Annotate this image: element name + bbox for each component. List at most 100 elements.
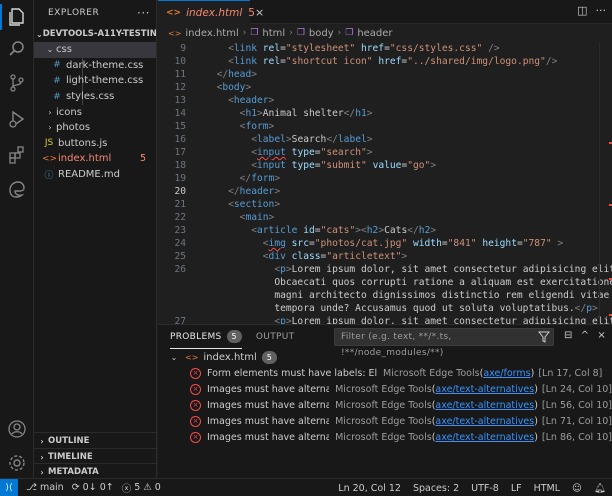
breadcrumb-item[interactable]: index.html xyxy=(185,28,238,39)
copilot-icon[interactable]: ☺ xyxy=(572,483,582,494)
close-icon[interactable]: × xyxy=(597,330,606,341)
extensions-icon[interactable] xyxy=(6,144,28,166)
breadcrumb-item[interactable]: body xyxy=(309,28,334,39)
tab-problems[interactable]: PROBLEMS 5 xyxy=(170,325,242,349)
source-control-icon[interactable] xyxy=(6,72,28,94)
problem-item[interactable]: × Images must have alternate t... Microsof… xyxy=(158,381,612,397)
tab-output[interactable]: OUTPUT xyxy=(256,325,294,349)
search-icon[interactable] xyxy=(6,38,28,60)
problem-item[interactable]: × Images must have alternate t... Microsof… xyxy=(158,429,612,445)
problem-rule-link[interactable]: axe/text-alternatives xyxy=(435,416,534,427)
tree-file-styles[interactable]: # styles.css xyxy=(34,89,156,105)
code-line[interactable]: 15 <form> xyxy=(158,120,612,133)
code-line[interactable]: magni architecto dignissimos distinctio … xyxy=(158,289,612,302)
code-line[interactable]: 18 <input type="submit" value="go"> xyxy=(158,159,612,172)
code-line[interactable]: 17 <input type="search"> xyxy=(158,146,612,159)
problem-link-paren: ) xyxy=(534,383,538,395)
outline-section[interactable]: › OUTLINE xyxy=(34,432,157,449)
gear-icon[interactable] xyxy=(6,452,28,474)
code-line[interactable]: 19 </form> xyxy=(158,172,612,185)
problem-item[interactable]: × Images must have alternate t... Microsof… xyxy=(158,413,612,429)
overview-ruler[interactable] xyxy=(608,42,612,324)
files-icon[interactable] xyxy=(6,6,28,28)
indentation[interactable]: Spaces: 2 xyxy=(413,483,459,494)
code-line[interactable]: 23 <article id="cats"><h2>Cats</h2> xyxy=(158,224,612,237)
run-debug-icon[interactable] xyxy=(6,108,28,130)
problem-rule-link[interactable]: axe/text-alternatives xyxy=(435,400,534,411)
problem-item[interactable]: × Form elements must have labels: Elemen.… xyxy=(158,365,612,381)
problem-rule-link[interactable]: axe/text-alternatives xyxy=(435,432,534,443)
code-line[interactable]: 25 <div class="articletext"> xyxy=(158,250,612,263)
problem-location: [Ln 17, Col 8] xyxy=(538,367,603,379)
more-actions-icon[interactable]: ··· xyxy=(596,4,607,17)
accounts-icon[interactable] xyxy=(6,418,28,440)
code-line[interactable]: tempora unde? Accusamus quod ut soluta v… xyxy=(158,302,612,315)
encoding[interactable]: UTF-8 xyxy=(471,483,499,494)
code-editor[interactable]: 9 <link rel="stylesheet" href="css/style… xyxy=(158,42,612,324)
close-icon[interactable]: × xyxy=(255,6,264,19)
problem-link-paren: ) xyxy=(530,367,535,379)
line-ending[interactable]: LF xyxy=(511,483,522,494)
filter-icon[interactable] xyxy=(538,331,550,343)
code-text: tempora unde? Accusamus quod ut soluta v… xyxy=(274,303,598,314)
tree-folder-icons[interactable]: › icons xyxy=(34,104,156,120)
problem-rule-link[interactable]: axe/text-alternatives xyxy=(435,384,534,395)
sync-status: 0↓ 0↑ xyxy=(82,482,114,493)
notifications-icon[interactable]: 🔔︎ xyxy=(594,483,606,494)
problem-location: [Ln 71, Col 10] xyxy=(541,415,612,427)
problem-rule-link[interactable]: axe/forms xyxy=(483,368,530,379)
tree-file-buttons[interactable]: JS buttons.js xyxy=(34,136,156,152)
breadcrumb-item[interactable]: html xyxy=(262,28,285,39)
error-icon: ⓧ xyxy=(121,483,132,495)
code-line[interactable]: 10 <link rel="shortcut icon" href="../sh… xyxy=(158,55,612,68)
editor-area: <> index.html 5 × ◫ ··· <> index.html › … xyxy=(158,0,612,324)
tree-file-index[interactable]: <> index.html 5 xyxy=(34,151,156,167)
code-line[interactable]: 9 <link rel="stylesheet" href="css/style… xyxy=(158,42,612,55)
branch-indicator[interactable]: ⎇ main xyxy=(26,482,64,493)
tree-file-light-theme[interactable]: # light-theme.css xyxy=(34,73,156,89)
code-line[interactable]: 13 <header> xyxy=(158,94,612,107)
status-bar: ⟩⟨ ⎇ main ⟳ 0↓ 0↑ ⓧ 5 ⚠ 0 Ln 20, Col 12 … xyxy=(0,478,612,496)
explorer-sidebar: EXPLORER ··· ⌄ DEVTOOLS-A11Y-TESTING ⌄ c… xyxy=(34,0,157,478)
chevron-right-icon: › xyxy=(40,452,44,462)
code-line[interactable]: 21 <section> xyxy=(158,198,612,211)
language-mode[interactable]: HTML xyxy=(534,483,560,494)
tree-folder-css[interactable]: ⌄ css xyxy=(34,42,156,58)
split-editor-icon[interactable]: ◫ xyxy=(577,4,587,17)
code-line[interactable]: 22 <main> xyxy=(158,211,612,224)
code-line[interactable]: 20 </header> xyxy=(158,185,612,198)
code-line[interactable]: 14 <h1>Animal shelter</h1> xyxy=(158,107,612,120)
tree-file-readme[interactable]: ⓘ README.md xyxy=(34,167,156,183)
code-line[interactable]: 27 <p>Lorem ipsum dolor, sit amet consec… xyxy=(158,315,612,324)
html-file-icon: <> xyxy=(166,7,182,18)
more-actions-icon[interactable]: ··· xyxy=(137,6,150,20)
remote-icon[interactable]: ⟩⟨ xyxy=(0,478,18,496)
tab-label: PROBLEMS xyxy=(170,331,222,342)
problem-item[interactable]: × Images must have alternate t... Microsof… xyxy=(158,397,612,413)
filter-input[interactable]: Filter (e.g. text, **/*.ts, !**/node_mod… xyxy=(334,328,554,358)
error-icon: × xyxy=(190,415,201,427)
code-line[interactable]: 16 <label>Search</label> xyxy=(158,133,612,146)
problems-indicator[interactable]: ⓧ 5 ⚠ 0 xyxy=(122,481,161,495)
edge-icon[interactable] xyxy=(6,178,28,200)
code-line[interactable]: Obcaecati quos corrupti ratione a aliqua… xyxy=(158,276,612,289)
code-line[interactable]: 11 </head> xyxy=(158,68,612,81)
tab-index-html[interactable]: <> index.html 5 × xyxy=(158,0,264,24)
breadcrumb-item[interactable]: header xyxy=(357,28,392,39)
cursor-position[interactable]: Ln 20, Col 12 xyxy=(338,483,401,494)
code-text: <article id="cats"><h2>Cats</h2> xyxy=(251,225,437,236)
tree-file-dark-theme[interactable]: # dark-theme.css xyxy=(34,58,156,74)
code-text: magni architecto dignissimos distinctio … xyxy=(274,290,610,301)
tree-folder-photos[interactable]: › photos xyxy=(34,120,156,136)
collapse-all-icon[interactable]: ⊟ xyxy=(564,330,573,341)
outline-label: OUTLINE xyxy=(48,436,90,446)
maximize-icon[interactable]: ^ xyxy=(581,330,590,341)
code-line[interactable]: 12 <body> xyxy=(158,81,612,94)
activity-bar xyxy=(0,0,34,478)
project-section[interactable]: ⌄ DEVTOOLS-A11Y-TESTING xyxy=(34,26,156,42)
sync-indicator[interactable]: ⟳ 0↓ 0↑ xyxy=(72,482,114,493)
code-line[interactable]: 26 <p>Lorem ipsum dolor, sit amet consec… xyxy=(158,263,612,276)
code-line[interactable]: 24 <img src="photos/cat.jpg" width="841"… xyxy=(158,237,612,250)
chevron-right-icon: › xyxy=(40,467,44,477)
line-number: 25 xyxy=(174,251,186,262)
